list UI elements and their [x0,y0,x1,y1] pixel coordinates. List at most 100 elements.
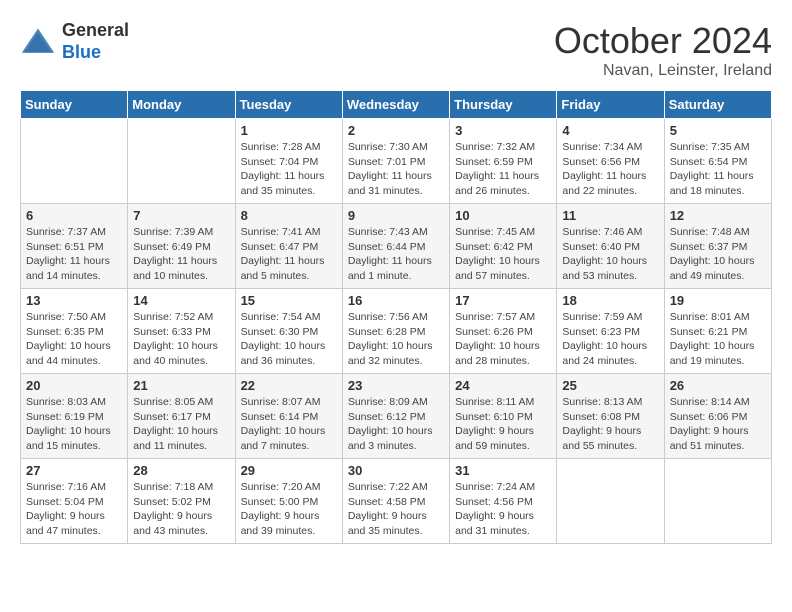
column-header-tuesday: Tuesday [235,91,342,119]
day-info: Sunrise: 7:32 AM Sunset: 6:59 PM Dayligh… [455,140,551,199]
day-info: Sunrise: 7:37 AM Sunset: 6:51 PM Dayligh… [26,225,122,284]
day-number: 19 [670,293,766,308]
week-row-1: 1Sunrise: 7:28 AM Sunset: 7:04 PM Daylig… [21,119,772,204]
day-info: Sunrise: 7:45 AM Sunset: 6:42 PM Dayligh… [455,225,551,284]
day-info: Sunrise: 7:39 AM Sunset: 6:49 PM Dayligh… [133,225,229,284]
day-number: 6 [26,208,122,223]
logo-general: General [62,20,129,40]
day-info: Sunrise: 7:18 AM Sunset: 5:02 PM Dayligh… [133,480,229,539]
logo: General Blue [20,20,129,63]
day-cell: 2 Sunrise: 7:30 AM Sunset: 7:01 PM Daylig… [342,119,449,204]
day-info: Sunrise: 7:57 AM Sunset: 6:26 PM Dayligh… [455,310,551,369]
column-header-saturday: Saturday [664,91,771,119]
day-cell: 11Sunrise: 7:46 AM Sunset: 6:40 PM Dayli… [557,204,664,289]
day-number: 9 [348,208,444,223]
day-cell [128,119,235,204]
day-info: Sunrise: 7:20 AM Sunset: 5:00 PM Dayligh… [241,480,337,539]
day-number: 24 [455,378,551,393]
day-cell: 7Sunrise: 7:39 AM Sunset: 6:49 PM Daylig… [128,204,235,289]
day-info: Sunrise: 7:54 AM Sunset: 6:30 PM Dayligh… [241,310,337,369]
day-cell: 17Sunrise: 7:57 AM Sunset: 6:26 PM Dayli… [450,289,557,374]
day-info: Sunrise: 8:01 AM Sunset: 6:21 PM Dayligh… [670,310,766,369]
day-number: 2 [348,123,444,138]
day-info: Sunrise: 7:28 AM Sunset: 7:04 PM Dayligh… [241,140,337,199]
day-number: 14 [133,293,229,308]
day-info: Sunrise: 7:50 AM Sunset: 6:35 PM Dayligh… [26,310,122,369]
day-cell: 23 Sunrise: 8:09 AM Sunset: 6:12 PM Dayli… [342,374,449,459]
title-block: October 2024 Navan, Leinster, Ireland [554,20,772,80]
day-number: 21 [133,378,229,393]
day-info: Sunrise: 7:43 AM Sunset: 6:44 PM Dayligh… [348,225,444,284]
day-number: 8 [241,208,337,223]
day-number: 23 [348,378,444,393]
day-info: Sunrise: 7:46 AM Sunset: 6:40 PM Dayligh… [562,225,658,284]
day-info: Sunrise: 7:30 AM Sunset: 7:01 PM Dayligh… [348,140,444,199]
day-cell [664,459,771,544]
day-cell [21,119,128,204]
logo-icon [20,24,56,60]
day-cell: 20Sunrise: 8:03 AM Sunset: 6:19 PM Dayli… [21,374,128,459]
day-number: 22 [241,378,337,393]
day-info: Sunrise: 7:16 AM Sunset: 5:04 PM Dayligh… [26,480,122,539]
day-cell: 15 Sunrise: 7:54 AM Sunset: 6:30 PM Dayli… [235,289,342,374]
day-cell: 16Sunrise: 7:56 AM Sunset: 6:28 PM Dayli… [342,289,449,374]
day-info: Sunrise: 8:11 AM Sunset: 6:10 PM Dayligh… [455,395,551,454]
day-number: 20 [26,378,122,393]
day-number: 27 [26,463,122,478]
day-cell: 8 Sunrise: 7:41 AM Sunset: 6:47 PM Daylig… [235,204,342,289]
calendar-table: SundayMondayTuesdayWednesdayThursdayFrid… [20,90,772,544]
day-cell: 12 Sunrise: 7:48 AM Sunset: 6:37 PM Dayli… [664,204,771,289]
week-row-4: 20Sunrise: 8:03 AM Sunset: 6:19 PM Dayli… [21,374,772,459]
day-cell: 5Sunrise: 7:35 AM Sunset: 6:54 PM Daylig… [664,119,771,204]
day-number: 15 [241,293,337,308]
day-cell: 4 Sunrise: 7:34 AM Sunset: 6:56 PM Daylig… [557,119,664,204]
day-info: Sunrise: 7:48 AM Sunset: 6:37 PM Dayligh… [670,225,766,284]
day-info: Sunrise: 8:09 AM Sunset: 6:12 PM Dayligh… [348,395,444,454]
day-number: 12 [670,208,766,223]
location-subtitle: Navan, Leinster, Ireland [554,62,772,80]
day-cell: 6 Sunrise: 7:37 AM Sunset: 6:51 PM Daylig… [21,204,128,289]
day-info: Sunrise: 7:59 AM Sunset: 6:23 PM Dayligh… [562,310,658,369]
column-header-sunday: Sunday [21,91,128,119]
day-info: Sunrise: 8:13 AM Sunset: 6:08 PM Dayligh… [562,395,658,454]
day-info: Sunrise: 7:41 AM Sunset: 6:47 PM Dayligh… [241,225,337,284]
day-cell: 10Sunrise: 7:45 AM Sunset: 6:42 PM Dayli… [450,204,557,289]
day-number: 31 [455,463,551,478]
day-cell: 25Sunrise: 8:13 AM Sunset: 6:08 PM Dayli… [557,374,664,459]
column-header-friday: Friday [557,91,664,119]
week-row-2: 6 Sunrise: 7:37 AM Sunset: 6:51 PM Daylig… [21,204,772,289]
day-info: Sunrise: 7:34 AM Sunset: 6:56 PM Dayligh… [562,140,658,199]
day-cell: 14 Sunrise: 7:52 AM Sunset: 6:33 PM Dayli… [128,289,235,374]
logo-text: General Blue [62,20,129,63]
day-info: Sunrise: 8:07 AM Sunset: 6:14 PM Dayligh… [241,395,337,454]
month-title: October 2024 [554,20,772,62]
day-cell: 1Sunrise: 7:28 AM Sunset: 7:04 PM Daylig… [235,119,342,204]
day-cell: 13Sunrise: 7:50 AM Sunset: 6:35 PM Dayli… [21,289,128,374]
day-cell [557,459,664,544]
day-cell: 31 Sunrise: 7:24 AM Sunset: 4:56 PM Dayli… [450,459,557,544]
day-info: Sunrise: 8:14 AM Sunset: 6:06 PM Dayligh… [670,395,766,454]
day-number: 4 [562,123,658,138]
day-cell: 19 Sunrise: 8:01 AM Sunset: 6:21 PM Dayli… [664,289,771,374]
day-info: Sunrise: 7:22 AM Sunset: 4:58 PM Dayligh… [348,480,444,539]
day-number: 3 [455,123,551,138]
day-cell: 29 Sunrise: 7:20 AM Sunset: 5:00 PM Dayli… [235,459,342,544]
calendar-header: SundayMondayTuesdayWednesdayThursdayFrid… [21,91,772,119]
week-row-5: 27 Sunrise: 7:16 AM Sunset: 5:04 PM Dayli… [21,459,772,544]
day-cell: 24 Sunrise: 8:11 AM Sunset: 6:10 PM Dayli… [450,374,557,459]
column-header-monday: Monday [128,91,235,119]
day-number: 16 [348,293,444,308]
day-cell: 9 Sunrise: 7:43 AM Sunset: 6:44 PM Daylig… [342,204,449,289]
day-cell: 28Sunrise: 7:18 AM Sunset: 5:02 PM Dayli… [128,459,235,544]
day-number: 30 [348,463,444,478]
week-row-3: 13Sunrise: 7:50 AM Sunset: 6:35 PM Dayli… [21,289,772,374]
day-info: Sunrise: 7:52 AM Sunset: 6:33 PM Dayligh… [133,310,229,369]
day-info: Sunrise: 7:24 AM Sunset: 4:56 PM Dayligh… [455,480,551,539]
day-number: 18 [562,293,658,308]
day-cell: 27 Sunrise: 7:16 AM Sunset: 5:04 PM Dayli… [21,459,128,544]
day-number: 29 [241,463,337,478]
day-cell: 21Sunrise: 8:05 AM Sunset: 6:17 PM Dayli… [128,374,235,459]
day-cell: 22 Sunrise: 8:07 AM Sunset: 6:14 PM Dayli… [235,374,342,459]
calendar-body: 1Sunrise: 7:28 AM Sunset: 7:04 PM Daylig… [21,119,772,544]
day-info: Sunrise: 7:35 AM Sunset: 6:54 PM Dayligh… [670,140,766,199]
